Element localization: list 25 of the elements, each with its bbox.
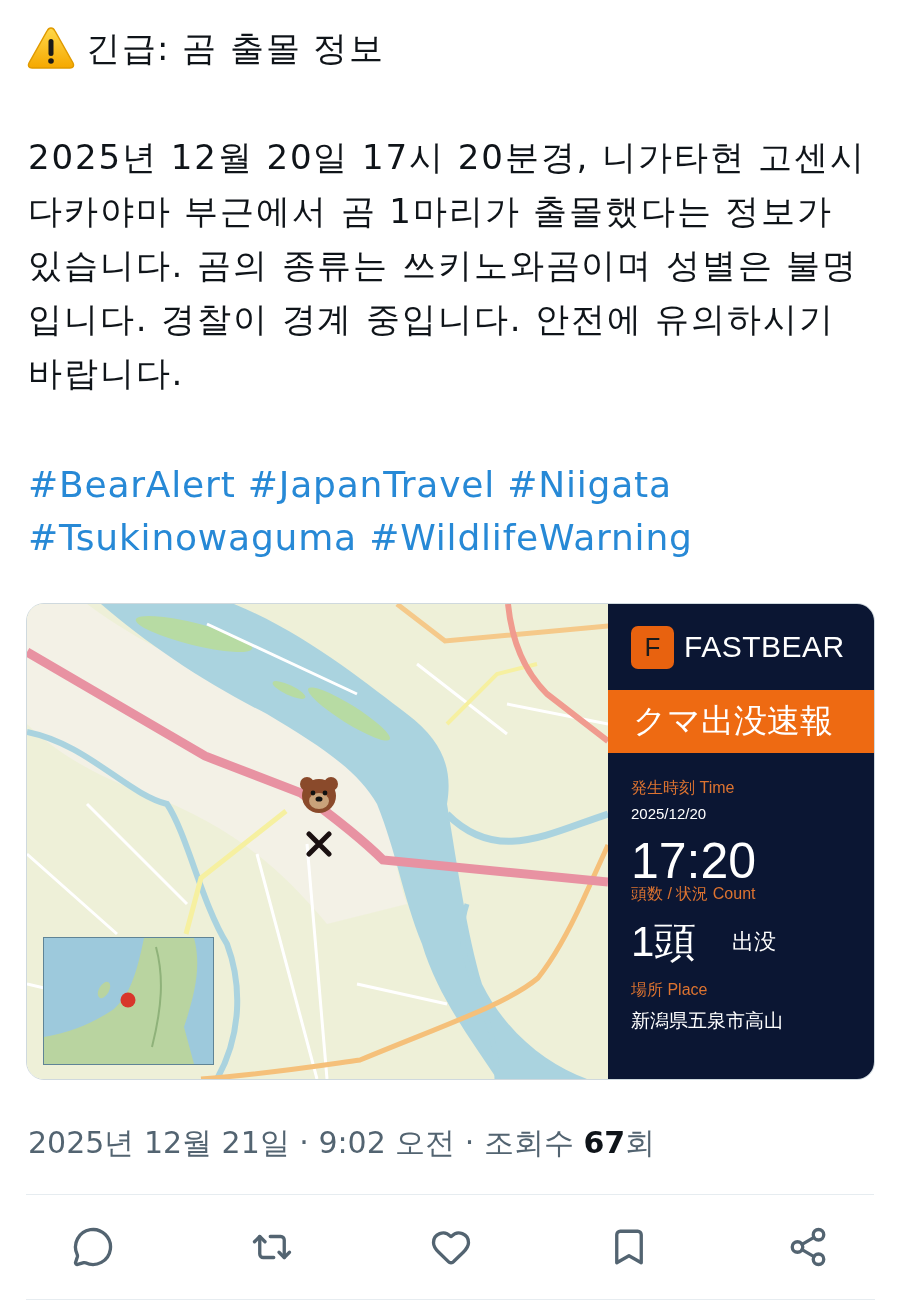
status-text: 出没 — [732, 928, 777, 956]
alert-card[interactable]: F FASTBEAR クマ出没速報 発生時刻 Time 2025/12/20 17:20 頭数 / 状況 Count 1頭 出没 場所 Place 新潟県五泉市高山 — [26, 603, 875, 1080]
bear-icon — [299, 776, 339, 814]
brand-name: FASTBEAR — [684, 630, 845, 664]
hashtag-link[interactable]: #Niigata — [507, 464, 672, 505]
hashtag-link[interactable]: #Tsukinowaguma — [28, 517, 357, 558]
logo-mark: F — [631, 625, 674, 669]
date-text: 2025/12/20 — [631, 805, 707, 823]
hashtag-link[interactable]: #WildlifeWarning — [369, 517, 693, 558]
headline-banner: クマ出没速報 — [608, 690, 874, 753]
count-label: 頭数 / 状況 Count — [631, 884, 756, 904]
place-text: 新潟県五泉市高山 — [631, 1009, 783, 1033]
x-mark-icon — [306, 831, 332, 857]
post-meta: 2025년 12월 21일 · 9:02 오전 · 조회수 67회 — [28, 1124, 657, 1162]
post-text: 2025년 12월 20일 17시 20분경, 니가타현 고센시 다카야마 부근에서 곰 1마리가 출몰했다는 정보가 있습니다. 곰의 종류는 쓰키노와곰이며 성별은 불명입니다. 경찰이 경계 중입니다. 안전에 유의하시기 바랍니다. — [28, 136, 868, 395]
count-text: 1頭 — [631, 918, 697, 966]
post-title: 긴급: 곰 출몰 정보 — [86, 27, 385, 70]
location-dot-icon — [120, 992, 136, 1008]
warning-icon — [27, 26, 75, 70]
place-label: 場所 Place — [631, 980, 708, 1000]
hashtag-link[interactable]: #JapanTravel — [247, 464, 495, 505]
hashtag-link[interactable]: #BearAlert — [28, 464, 236, 505]
speech-bubble-icon — [72, 1226, 114, 1268]
time-text: 17:20 — [631, 838, 757, 884]
time-label: 発生時刻 Time — [631, 778, 735, 798]
